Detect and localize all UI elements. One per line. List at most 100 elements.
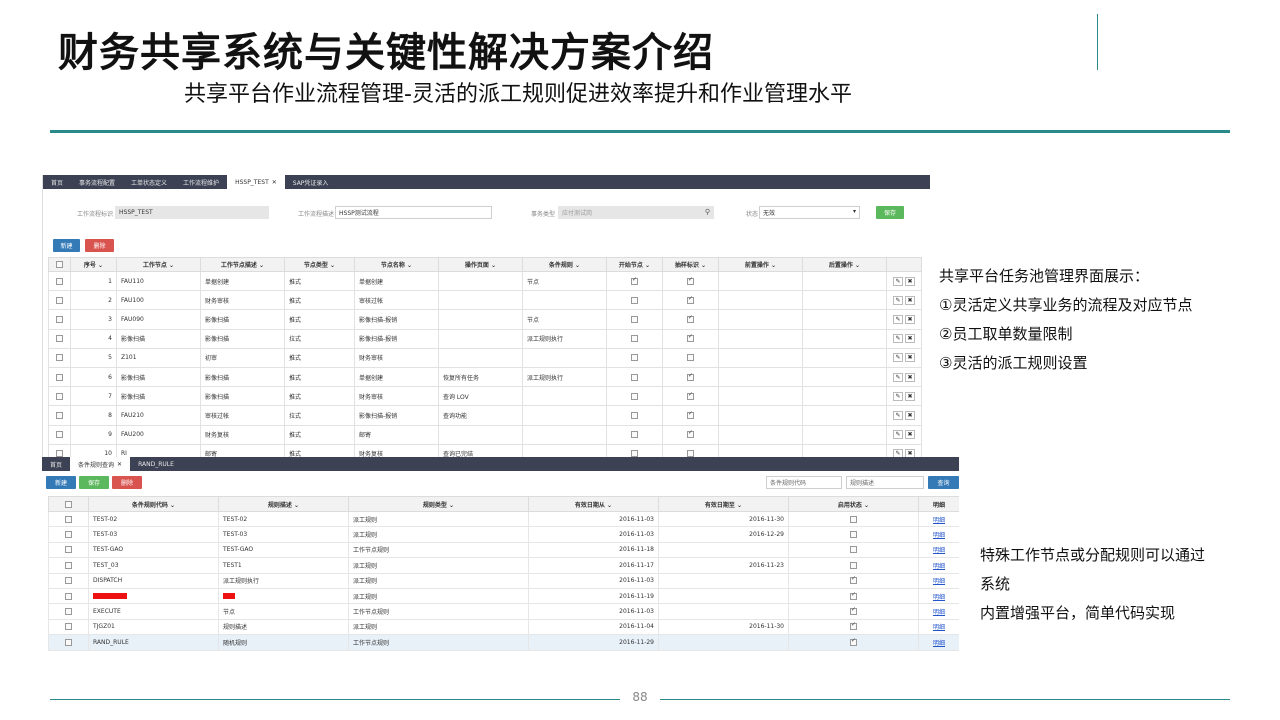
close-icon[interactable]: ✕ [117, 461, 122, 468]
edit-icon[interactable]: ✎ [893, 295, 903, 305]
tab-item[interactable]: HSSP_TEST ✕ [227, 175, 285, 189]
enabled-checkbox[interactable] [850, 621, 857, 631]
row-checkbox[interactable] [65, 515, 72, 523]
delete-button[interactable]: 删除 [112, 476, 142, 489]
delete-icon[interactable]: ✖ [905, 410, 915, 420]
row-checkbox[interactable] [56, 335, 63, 343]
sample-flag-checkbox[interactable] [687, 372, 694, 381]
start-node-checkbox[interactable] [631, 335, 638, 343]
tab-item[interactable]: 工作流程维护 [175, 175, 227, 189]
tab-item[interactable]: 首页 [43, 175, 71, 189]
table-row[interactable]: DISPATCH 派工规则执行 派工规则2016-11-03 明细 [48, 572, 959, 589]
column-header[interactable]: 条件规则 ⌄ [522, 257, 607, 272]
edit-icon[interactable]: ✎ [893, 372, 903, 382]
row-checkbox[interactable] [65, 561, 72, 569]
table-row[interactable]: 派工规则2016-11-19 明细 [48, 587, 959, 605]
column-header[interactable]: 有效日期至 ⌄ [658, 496, 789, 512]
start-node-checkbox[interactable] [631, 276, 638, 285]
tab-item[interactable]: 事务流程配置 [71, 175, 123, 189]
detail-link[interactable]: 明细 [933, 594, 945, 601]
row-checkbox[interactable] [65, 638, 72, 646]
delete-icon[interactable]: ✖ [905, 391, 915, 401]
sample-flag-checkbox[interactable] [687, 295, 694, 304]
start-node-checkbox[interactable] [631, 373, 638, 381]
column-header[interactable]: 规则类型 ⌄ [348, 496, 529, 512]
enabled-checkbox[interactable] [850, 637, 857, 646]
column-header[interactable]: 抽样标识 ⌄ [662, 257, 719, 272]
row-checkbox[interactable] [56, 296, 63, 304]
tab-item[interactable]: 工单状态定义 [123, 175, 175, 189]
sample-flag-checkbox[interactable] [687, 314, 694, 323]
row-checkbox[interactable] [56, 315, 63, 323]
sample-flag-checkbox[interactable] [687, 391, 694, 400]
query-button[interactable]: 查询 [928, 476, 959, 489]
column-header[interactable]: 规则描述 ⌄ [218, 496, 349, 512]
row-checkbox[interactable] [56, 354, 63, 362]
row-checkbox[interactable] [65, 623, 72, 631]
table-row[interactable]: 2FAU100财务审核推式审核过帐 ✎✖ [48, 290, 922, 311]
column-header[interactable]: 明细 [918, 496, 959, 512]
delete-icon[interactable]: ✖ [905, 353, 915, 363]
column-header[interactable]: 前置操作 ⌄ [718, 257, 803, 272]
delete-icon[interactable]: ✖ [905, 372, 915, 382]
table-row[interactable]: TEST-03 TEST-03 派工规则 2016-11-03 2016-12-29 明细 [48, 526, 959, 543]
edit-icon[interactable]: ✎ [893, 391, 903, 401]
tab-item[interactable]: RAND_RULE [130, 457, 182, 471]
detail-link[interactable]: 明细 [933, 624, 945, 631]
select-all-checkbox[interactable] [56, 261, 63, 268]
detail-link[interactable]: 明细 [933, 578, 945, 585]
rule-desc-filter[interactable]: 规则描述 [846, 476, 924, 489]
enabled-checkbox[interactable] [850, 561, 857, 569]
column-header[interactable]: 有效日期从 ⌄ [528, 496, 659, 512]
start-node-checkbox[interactable] [631, 431, 638, 439]
enabled-checkbox[interactable] [850, 606, 857, 616]
sample-flag-checkbox[interactable] [687, 429, 694, 439]
detail-link[interactable]: 明细 [933, 547, 945, 554]
sample-flag-checkbox[interactable] [687, 276, 694, 285]
table-row[interactable]: TJGZ01 规则描述 派工规则2016-11-042016-11-30 明细 [48, 618, 959, 636]
delete-icon[interactable]: ✖ [905, 430, 915, 440]
row-checkbox[interactable] [56, 431, 63, 439]
detail-link[interactable]: 明细 [933, 532, 945, 539]
sample-flag-checkbox[interactable] [687, 354, 694, 362]
row-checkbox[interactable] [65, 592, 72, 600]
save-button[interactable]: 保存 [876, 206, 904, 219]
row-checkbox[interactable] [65, 608, 72, 616]
row-checkbox[interactable] [56, 411, 63, 419]
enabled-checkbox[interactable] [850, 546, 857, 554]
table-row[interactable]: 8FAU210审核过帐拉式影像扫描-报销查询功能 ✎✖ [48, 405, 922, 426]
table-row[interactable]: 3FAU090影像扫描推式影像扫描-报销 节点 ✎✖ [48, 309, 922, 330]
table-row[interactable]: 9FAU200财务复核推式邮寄 ✎✖ [48, 424, 922, 445]
column-header[interactable]: 工作节点描述 ⌄ [200, 257, 285, 272]
tab-item[interactable]: 条件规则查询 ✕ [70, 457, 131, 471]
column-header[interactable]: 节点名称 ⌄ [354, 257, 439, 272]
enabled-checkbox[interactable] [850, 515, 857, 523]
row-checkbox[interactable] [56, 392, 63, 400]
start-node-checkbox[interactable] [631, 315, 638, 323]
sample-flag-checkbox[interactable] [687, 333, 694, 343]
select-all-checkbox[interactable] [65, 500, 72, 508]
table-row[interactable]: 6影像扫描影像扫描推式单据创建恢复所有任务派工规则执行✎✖ [48, 366, 922, 388]
start-node-checkbox[interactable] [631, 392, 638, 400]
detail-link[interactable]: 明细 [933, 517, 945, 524]
column-header[interactable]: 序号 ⌄ [70, 257, 117, 272]
flow-id-field[interactable]: HSSP_TEST [115, 206, 269, 219]
new-button[interactable]: 新建 [46, 476, 76, 489]
status-select[interactable]: 无效 ▾ [759, 206, 860, 219]
table-row[interactable]: TEST-02 TEST-02 派工规则 2016-11-03 2016-11-30 明细 [48, 510, 959, 528]
start-node-checkbox[interactable] [631, 411, 638, 419]
edit-icon[interactable]: ✎ [893, 353, 903, 363]
delete-icon[interactable]: ✖ [905, 334, 915, 344]
enabled-checkbox[interactable] [850, 591, 857, 600]
biz-type-field[interactable]: 应付测试岗 ⚲ [558, 206, 714, 219]
table-row[interactable]: 1FAU110单据创建推式单据创建节点✎✖ [48, 270, 922, 292]
table-row[interactable]: EXECUTE 节点 工作节点规则2016-11-03 明细 [48, 603, 959, 620]
search-icon[interactable]: ⚲ [705, 208, 710, 216]
table-row[interactable]: 4影像扫描影像扫描拉式影像扫描-报销派工规则执行✎✖ [48, 328, 922, 349]
column-header[interactable]: 开始节点 ⌄ [606, 257, 663, 272]
delete-icon[interactable]: ✖ [905, 276, 915, 286]
row-checkbox[interactable] [65, 577, 72, 585]
edit-icon[interactable]: ✎ [893, 334, 903, 344]
sample-flag-checkbox[interactable] [687, 410, 694, 419]
detail-link[interactable]: 明细 [933, 563, 945, 570]
